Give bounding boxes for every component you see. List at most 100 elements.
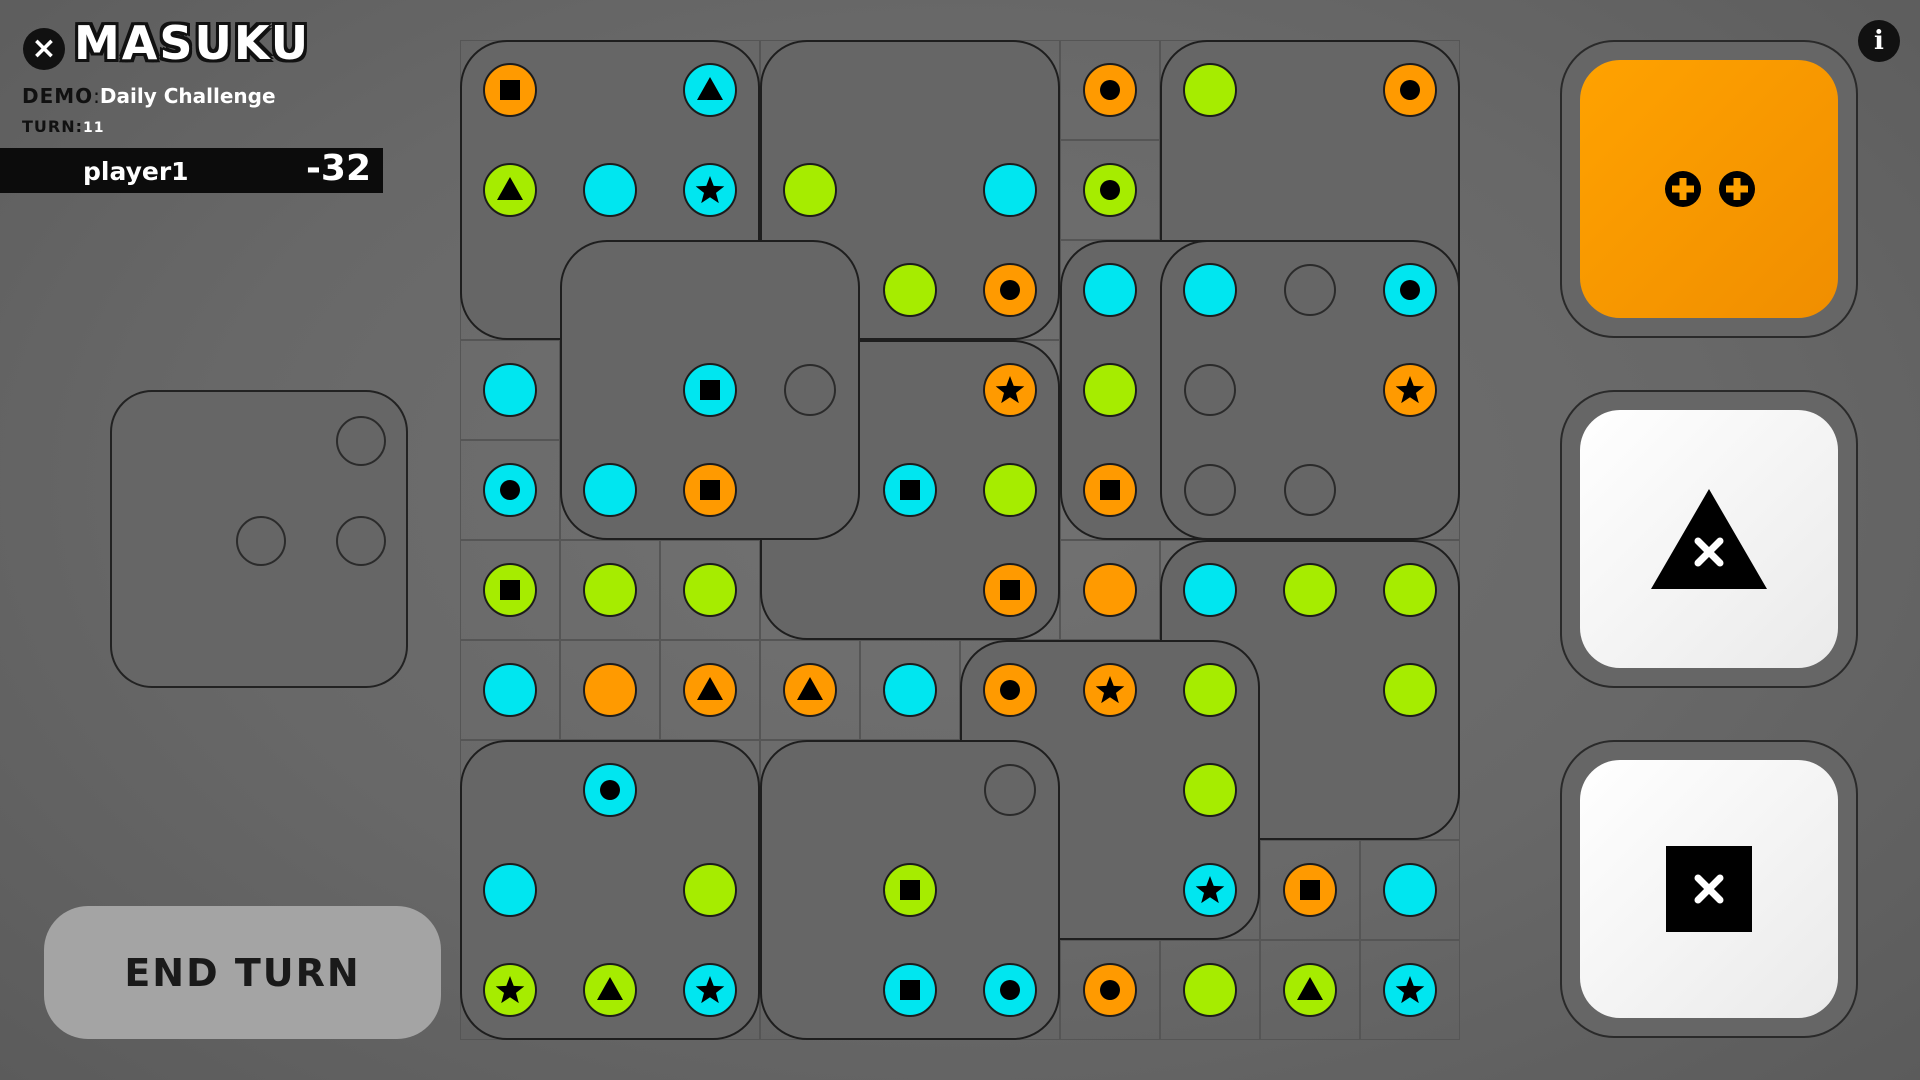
pip-lime[interactable] xyxy=(883,263,937,317)
pip-cyan[interactable] xyxy=(1383,863,1437,917)
info-icon: i xyxy=(1874,26,1884,56)
pip-lime[interactable] xyxy=(1183,963,1237,1017)
pip-orange-star[interactable] xyxy=(1083,663,1137,717)
pip-cyan-dot[interactable] xyxy=(1383,263,1437,317)
square-icon xyxy=(900,980,920,1000)
pip-orange-square[interactable] xyxy=(1083,463,1137,517)
board-grid xyxy=(460,40,1460,1040)
dot-icon xyxy=(1400,80,1420,100)
close-button[interactable]: × xyxy=(23,28,65,70)
pip-lime[interactable] xyxy=(1183,763,1237,817)
pip-cyan-dot[interactable] xyxy=(483,463,537,517)
pip-empty[interactable] xyxy=(784,364,836,416)
pip-orange-dot[interactable] xyxy=(1083,63,1137,117)
pip-cyan[interactable] xyxy=(483,663,537,717)
pip-cyan-triangle[interactable] xyxy=(683,63,737,117)
double-plus-icon xyxy=(1665,171,1755,207)
pip-cyan-star[interactable] xyxy=(1183,863,1237,917)
pip-orange-square[interactable] xyxy=(1283,863,1337,917)
pip-orange-star[interactable] xyxy=(983,363,1037,417)
pip-lime[interactable] xyxy=(1383,563,1437,617)
pip-cyan-star[interactable] xyxy=(683,963,737,1017)
game-mode: DEMO:Daily Challenge xyxy=(22,84,276,108)
pip-orange-dot[interactable] xyxy=(1083,963,1137,1017)
pip-cyan[interactable] xyxy=(583,163,637,217)
pip-orange-square[interactable] xyxy=(483,63,537,117)
pip-lime[interactable] xyxy=(983,463,1037,517)
pip-lime[interactable] xyxy=(783,163,837,217)
player-score-bar: player1 -32 xyxy=(0,148,383,193)
pip-cyan-dot[interactable] xyxy=(983,963,1037,1017)
player-name: player1 xyxy=(83,157,189,186)
pip-orange-star[interactable] xyxy=(1383,363,1437,417)
pip-lime[interactable] xyxy=(1183,63,1237,117)
pip-cyan[interactable] xyxy=(483,363,537,417)
pip-lime[interactable] xyxy=(1283,563,1337,617)
close-icon: × xyxy=(31,31,57,66)
dot-icon xyxy=(1100,180,1120,200)
pip-cyan[interactable] xyxy=(1183,263,1237,317)
pip-lime-square[interactable] xyxy=(483,563,537,617)
pip-lime[interactable] xyxy=(1383,663,1437,717)
pip-cyan-square[interactable] xyxy=(883,963,937,1017)
pip-empty[interactable] xyxy=(1184,464,1236,516)
pip-lime-triangle[interactable] xyxy=(1283,963,1337,1017)
dot-icon xyxy=(1000,980,1020,1000)
empty-pip-slot xyxy=(336,516,386,566)
pip-orange-dot[interactable] xyxy=(983,263,1037,317)
pip-lime[interactable] xyxy=(1083,363,1137,417)
pip-orange-triangle[interactable] xyxy=(683,663,737,717)
pip-orange-triangle[interactable] xyxy=(783,663,837,717)
pip-lime-triangle[interactable] xyxy=(583,963,637,1017)
pip-cyan[interactable] xyxy=(583,463,637,517)
pip-cyan-star[interactable] xyxy=(683,163,737,217)
pip-empty[interactable] xyxy=(1284,264,1336,316)
pip-orange[interactable] xyxy=(583,663,637,717)
pip-cyan[interactable] xyxy=(1183,563,1237,617)
pip-cyan[interactable] xyxy=(483,863,537,917)
pip-empty[interactable] xyxy=(984,764,1036,816)
dot-icon xyxy=(1100,980,1120,1000)
pip-cyan-square[interactable] xyxy=(883,463,937,517)
player-score: -32 xyxy=(305,148,371,189)
dot-icon xyxy=(1100,80,1120,100)
card-square-remove[interactable] xyxy=(1560,740,1858,1038)
pip-lime[interactable] xyxy=(683,563,737,617)
pip-lime[interactable] xyxy=(683,863,737,917)
square-x-icon xyxy=(1666,846,1752,932)
logo: MASUKU xyxy=(74,16,311,70)
pip-lime-square[interactable] xyxy=(883,863,937,917)
pip-orange-square[interactable] xyxy=(683,463,737,517)
pip-empty[interactable] xyxy=(1284,464,1336,516)
card-face xyxy=(1580,60,1838,318)
turn-counter: TURN:11 xyxy=(22,117,105,136)
card-triangle-remove[interactable] xyxy=(1560,390,1858,688)
info-button[interactable]: i xyxy=(1858,20,1900,62)
pip-orange[interactable] xyxy=(1083,563,1137,617)
pip-lime-dot[interactable] xyxy=(1083,163,1137,217)
end-turn-button[interactable]: END TURN xyxy=(44,906,441,1039)
turn-label: TURN xyxy=(22,117,76,136)
pip-lime[interactable] xyxy=(1183,663,1237,717)
game-board[interactable] xyxy=(460,40,1460,1040)
pip-orange-dot[interactable] xyxy=(1383,63,1437,117)
pip-cyan[interactable] xyxy=(1083,263,1137,317)
pip-orange-square[interactable] xyxy=(983,563,1037,617)
pip-cyan-square[interactable] xyxy=(683,363,737,417)
empty-pip-slot xyxy=(236,516,286,566)
pip-empty[interactable] xyxy=(1184,364,1236,416)
pip-cyan[interactable] xyxy=(983,163,1037,217)
pip-lime-triangle[interactable] xyxy=(483,163,537,217)
pip-cyan-dot[interactable] xyxy=(583,763,637,817)
pip-lime[interactable] xyxy=(583,563,637,617)
square-icon xyxy=(500,80,520,100)
card-double-plus[interactable] xyxy=(1560,40,1858,338)
pip-cyan[interactable] xyxy=(883,663,937,717)
pip-lime-star[interactable] xyxy=(483,963,537,1017)
square-icon xyxy=(900,880,920,900)
pip-cyan-star[interactable] xyxy=(1383,963,1437,1017)
pip-orange-dot[interactable] xyxy=(983,663,1037,717)
square-icon xyxy=(1000,580,1020,600)
dot-icon xyxy=(1400,280,1420,300)
current-die-preview[interactable] xyxy=(110,390,408,688)
